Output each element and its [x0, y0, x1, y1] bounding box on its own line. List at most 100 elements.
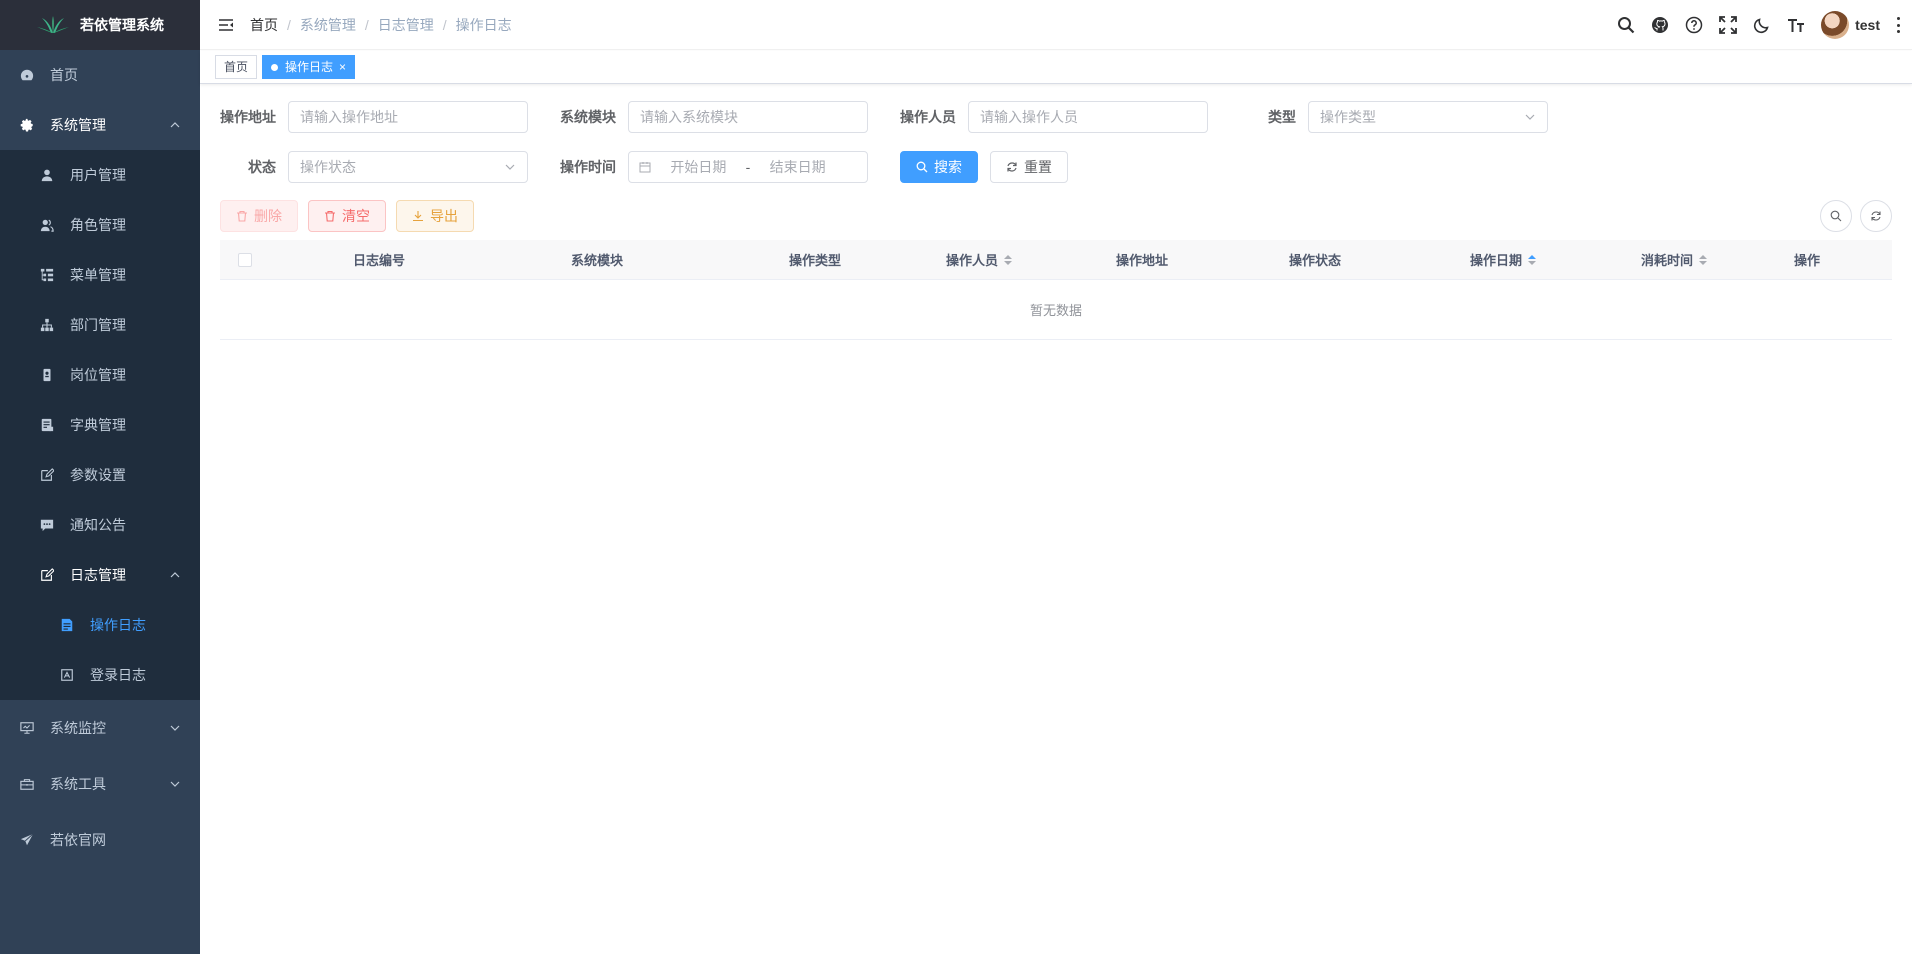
tag-operlog[interactable]: 操作日志 × [262, 55, 356, 79]
breadcrumb-item[interactable]: 首页 [250, 15, 278, 35]
sidebar-item-post[interactable]: 岗位管理 [0, 350, 200, 400]
sidebar-item-menu[interactable]: 菜单管理 [0, 250, 200, 300]
logo-icon [37, 16, 69, 33]
header-oper-name[interactable]: 操作人员 [924, 240, 1034, 280]
column-label: 操作日期 [1469, 253, 1522, 268]
moon-icon[interactable] [1753, 16, 1771, 34]
sidebar-item-tool[interactable]: 系统工具 [0, 756, 200, 812]
header-actions: 操作 [1722, 240, 1892, 280]
column-label: 操作状态 [1288, 253, 1341, 268]
calendar-icon [639, 161, 651, 173]
sidebar-item-label: 系统管理 [50, 117, 106, 133]
delete-icon [325, 210, 335, 222]
sort-icon[interactable] [1004, 254, 1012, 265]
breadcrumb-separator: / [287, 16, 291, 33]
sidebar-item-label: 字典管理 [70, 417, 126, 433]
sidebar-item-role[interactable]: 角色管理 [0, 200, 200, 250]
column-label: 操作地址 [1115, 253, 1168, 268]
refresh-icon [1007, 162, 1017, 172]
button-label: 清空 [342, 208, 370, 224]
active-dot-icon [271, 63, 279, 71]
sort-icon[interactable] [1699, 254, 1707, 265]
chevron-up-icon [170, 120, 180, 130]
sort-icon[interactable] [1528, 254, 1536, 265]
column-label: 日志编号 [352, 253, 405, 268]
logo[interactable]: 若依管理系统 [0, 0, 200, 50]
oper-time-range[interactable]: 开始日期 - 结束日期 [628, 151, 868, 183]
select-all-checkbox[interactable] [238, 252, 252, 267]
business-type-select[interactable]: 操作类型 [1308, 101, 1548, 133]
sidebar-item-user[interactable]: 用户管理 [0, 150, 200, 200]
download-icon [413, 211, 423, 222]
header-cost-time[interactable]: 消耗时间 [1626, 240, 1722, 280]
export-button[interactable]: 导出 [396, 200, 474, 232]
form-item-title: 系统模块 请输入系统模块 [560, 101, 868, 133]
tag-home[interactable]: 首页 [215, 55, 258, 79]
form-item-oper-name: 操作人员 请输入操作人员 [900, 101, 1208, 133]
guide-icon [20, 833, 34, 847]
submenu-system: 用户管理 角色管理 菜单管理 部门管理 岗位管理 字典管理 参数设置 通知公告 [0, 150, 200, 700]
header-status: 操作状态 [1250, 240, 1380, 280]
sidebar-item-logininfor[interactable]: 登录日志 [0, 650, 200, 700]
delete-button[interactable]: 删除 [220, 200, 298, 232]
fullscreen-icon[interactable] [1719, 16, 1737, 34]
table-toolbar: 删除 清空 导出 [220, 200, 1892, 232]
sidebar-item-label: 若依官网 [50, 832, 106, 848]
sidebar-item-label: 用户管理 [70, 167, 126, 183]
sidebar-item-label: 岗位管理 [70, 367, 126, 383]
sidebar-item-label: 系统监控 [50, 720, 106, 736]
sidebar-item-monitor[interactable]: 系统监控 [0, 700, 200, 756]
search-button[interactable]: 搜索 [900, 151, 978, 183]
reset-button[interactable]: 重置 [990, 151, 1068, 183]
gear-icon [20, 118, 34, 132]
sidebar-item-log[interactable]: 日志管理 [0, 550, 200, 600]
start-date-input[interactable]: 开始日期 [670, 157, 726, 177]
chevron-down-icon [170, 779, 180, 789]
message-icon [40, 518, 54, 532]
more-icon[interactable] [1896, 17, 1900, 33]
close-icon[interactable]: × [339, 56, 346, 78]
header-title: 系统模块 [488, 240, 706, 280]
sidebar-item-dept[interactable]: 部门管理 [0, 300, 200, 350]
title-input[interactable]: 请输入系统模块 [628, 101, 868, 133]
hamburger-icon[interactable] [218, 17, 234, 33]
sidebar-item-home[interactable]: 首页 [0, 50, 200, 100]
header-oper-time[interactable]: 操作日期 [1380, 240, 1626, 280]
button-label: 删除 [254, 208, 282, 224]
main-content: 操作地址 请输入操作地址 系统模块 请输入系统模块 操作人员 请输入操作人员 类… [220, 100, 1892, 340]
tag-label: 操作日志 [285, 60, 334, 74]
sidebar-item-config[interactable]: 参数设置 [0, 450, 200, 500]
status-select[interactable]: 操作状态 [288, 151, 528, 183]
search-icon[interactable] [1617, 16, 1635, 34]
dict-icon [40, 418, 54, 432]
end-date-input[interactable]: 结束日期 [770, 157, 826, 177]
username[interactable]: test [1855, 17, 1880, 33]
sidebar-item-dict[interactable]: 字典管理 [0, 400, 200, 450]
github-icon[interactable] [1651, 16, 1669, 34]
sidebar-item-system[interactable]: 系统管理 [0, 100, 200, 150]
font-size-icon[interactable] [1787, 16, 1805, 34]
question-icon[interactable] [1685, 16, 1703, 34]
oper-name-input[interactable]: 请输入操作人员 [968, 101, 1208, 133]
search-icon [1830, 210, 1842, 222]
sidebar-item-guide[interactable]: 若依官网 [0, 812, 200, 868]
form-label: 操作地址 [220, 109, 276, 125]
dashboard-icon [20, 68, 34, 82]
sidebar-item-operlog[interactable]: 操作日志 [0, 600, 200, 650]
oper-ip-input[interactable]: 请输入操作地址 [288, 101, 528, 133]
sidebar-item-label: 日志管理 [70, 567, 126, 583]
button-label: 搜索 [934, 159, 962, 175]
toggle-search-button[interactable] [1820, 200, 1852, 232]
button-label: 重置 [1024, 159, 1052, 175]
form-icon [60, 618, 74, 632]
avatar[interactable] [1821, 11, 1850, 39]
sidebar-item-notice[interactable]: 通知公告 [0, 500, 200, 550]
refresh-button[interactable] [1860, 200, 1892, 232]
navbar: 首页 / 系统管理 / 日志管理 / 操作日志 test [200, 0, 1912, 50]
sidebar-item-label: 角色管理 [70, 217, 126, 233]
breadcrumb: 首页 / 系统管理 / 日志管理 / 操作日志 [250, 15, 512, 35]
form-label: 状态 [248, 159, 276, 175]
edit-icon [40, 468, 54, 482]
log-icon [40, 568, 54, 582]
clean-button[interactable]: 清空 [308, 200, 386, 232]
